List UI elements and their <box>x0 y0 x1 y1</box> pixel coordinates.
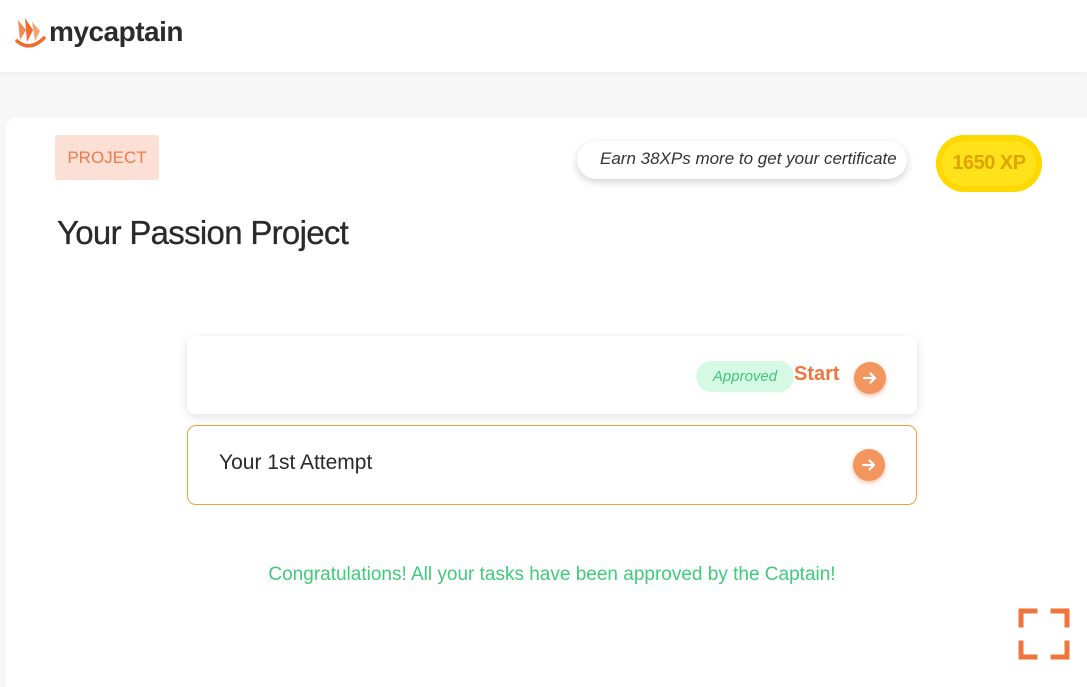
arrow-right-icon <box>862 372 877 384</box>
congratulations-message: Congratulations! All your tasks have bee… <box>268 564 836 585</box>
attempt-card[interactable]: Your 1st Attempt <box>187 425 917 505</box>
fullscreen-icon[interactable] <box>1018 608 1070 660</box>
start-arrow-button[interactable] <box>854 362 886 394</box>
brand-name: mycaptain <box>49 16 184 47</box>
top-bar: mycaptain <box>0 0 1087 72</box>
project-tag: PROJECT <box>55 135 159 180</box>
approved-status-badge: Approved <box>696 361 794 392</box>
brand-logo[interactable]: mycaptain <box>14 14 184 50</box>
mycaptain-logo-icon <box>15 18 46 48</box>
attempt-arrow-button[interactable] <box>853 449 885 481</box>
page-title: Your Passion Project <box>57 214 349 251</box>
task-card[interactable]: Approved Start <box>187 336 917 414</box>
xp-badge-value: 1650 XP <box>952 152 1026 174</box>
start-button-label[interactable]: Start <box>794 361 840 387</box>
xp-hint-tooltip: Earn 38XPs more to get your certificate <box>577 141 907 179</box>
xp-badge[interactable]: 1650 XP <box>936 135 1042 192</box>
project-panel: PROJECT Earn 38XPs more to get your cert… <box>6 118 1087 687</box>
attempt-label: Your 1st Attempt <box>219 451 373 474</box>
arrow-right-icon <box>861 459 876 471</box>
